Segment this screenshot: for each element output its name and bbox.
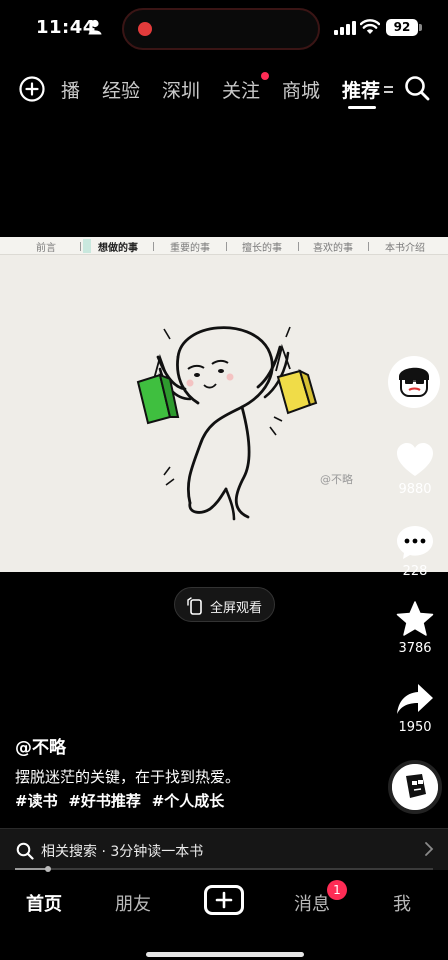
share-button[interactable]: 1950: [388, 682, 442, 735]
following-notification-dot: [261, 72, 269, 80]
plus-circle-icon[interactable]: [19, 76, 45, 102]
tab-recommended[interactable]: 推荐: [342, 76, 380, 103]
chapter-bar: 前言 想做的事 重要的事 擅长的事 喜欢的事 本书介绍: [0, 237, 448, 255]
like-button[interactable]: 9880: [388, 442, 442, 497]
phone-screen: 11:44 92 播 经验 深圳 关注 商城 推荐 前言 想做的事 重要的事 擅…: [0, 0, 448, 960]
bottom-nav: 首页 朋友 消息 1 我: [0, 872, 448, 960]
fullscreen-label: 全屏观看: [210, 601, 263, 616]
status-time: 11:44: [36, 17, 96, 38]
cellular-signal-icon: [334, 21, 356, 35]
tab-shenzhen[interactable]: 深圳: [162, 76, 200, 103]
music-cover-icon: [392, 764, 438, 810]
chapter-divider: [368, 242, 369, 251]
favorite-button[interactable]: 3786: [388, 601, 442, 656]
wifi-icon: [360, 19, 380, 34]
recording-indicator: [138, 22, 152, 36]
chapter-item: 擅长的事: [242, 243, 282, 254]
chapter-divider: [298, 242, 299, 251]
tab-live[interactable]: 播: [61, 76, 80, 103]
create-post-button[interactable]: [204, 885, 244, 915]
post-caption: 摆脱迷茫的关键，在于找到热爱。: [15, 768, 241, 786]
chapter-item: 重要的事: [170, 243, 210, 254]
chapter-divider: [153, 242, 154, 251]
tab-following[interactable]: 关注: [222, 76, 260, 103]
tab-menu-icon[interactable]: [384, 85, 393, 95]
creator-avatar[interactable]: [388, 356, 440, 408]
author-name[interactable]: @不略: [15, 733, 66, 758]
favorite-count: 3786: [398, 641, 432, 656]
video-progress-bar[interactable]: [15, 866, 433, 872]
dynamic-island[interactable]: [122, 8, 320, 50]
current-chapter-marker: [83, 239, 91, 253]
hashtag-list: #读书 #好书推荐 #个人成长: [15, 790, 230, 811]
battery-tip: [419, 24, 422, 31]
star-icon: [396, 601, 434, 636]
shopping-stickman-illustration: [136, 326, 318, 521]
search-icon: [16, 842, 34, 860]
comment-bubble-icon: [397, 526, 433, 559]
video-watermark: @不略: [320, 473, 353, 486]
heart-icon: [397, 443, 433, 476]
like-count: 9880: [398, 482, 432, 497]
comment-count: 228: [402, 564, 428, 579]
hashtag-link[interactable]: #读书: [15, 792, 58, 810]
related-search-bar[interactable]: 相关搜索 · 3分钟读一本书: [0, 828, 448, 870]
chapter-item: 本书介绍: [385, 243, 425, 254]
avatar-face-icon: [399, 367, 429, 397]
related-search-text: 相关搜索 · 3分钟读一本书: [41, 844, 204, 860]
battery-level: 92: [386, 19, 418, 36]
tab-messages[interactable]: 消息: [294, 890, 330, 916]
fullscreen-button[interactable]: 全屏观看: [174, 587, 275, 622]
tab-friends[interactable]: 朋友: [115, 890, 151, 916]
tab-home[interactable]: 首页: [26, 890, 62, 916]
home-indicator: [146, 952, 304, 957]
music-disc[interactable]: [388, 760, 442, 814]
chapter-item: 喜欢的事: [313, 243, 353, 254]
status-bar: 11:44 92: [0, 0, 448, 56]
person-icon: [88, 19, 102, 35]
chevron-right-icon: [425, 842, 434, 856]
rotate-phone-icon: [187, 597, 202, 615]
chapter-divider: [226, 242, 227, 251]
tab-experience[interactable]: 经验: [102, 76, 140, 103]
share-arrow-icon: [397, 684, 433, 714]
active-tab-underline: [348, 106, 376, 109]
video-progress-fill: [15, 868, 49, 870]
hashtag-link[interactable]: #个人成长: [152, 792, 225, 810]
plus-icon: [215, 891, 233, 909]
comment-button[interactable]: 228: [388, 524, 442, 579]
share-count: 1950: [398, 720, 432, 735]
video-player[interactable]: 前言 想做的事 重要的事 擅长的事 喜欢的事 本书介绍 @不略: [0, 237, 448, 572]
chapter-item: 前言: [36, 243, 56, 254]
hashtag-link[interactable]: #好书推荐: [68, 792, 141, 810]
top-nav: 播 经验 深圳 关注 商城 推荐: [0, 60, 448, 116]
message-badge: 1: [327, 880, 347, 900]
chapter-divider: [80, 242, 81, 251]
tab-mall[interactable]: 商城: [282, 76, 320, 103]
search-icon[interactable]: [404, 75, 430, 101]
chapter-item-current: 想做的事: [98, 243, 138, 254]
tab-me[interactable]: 我: [393, 890, 411, 916]
